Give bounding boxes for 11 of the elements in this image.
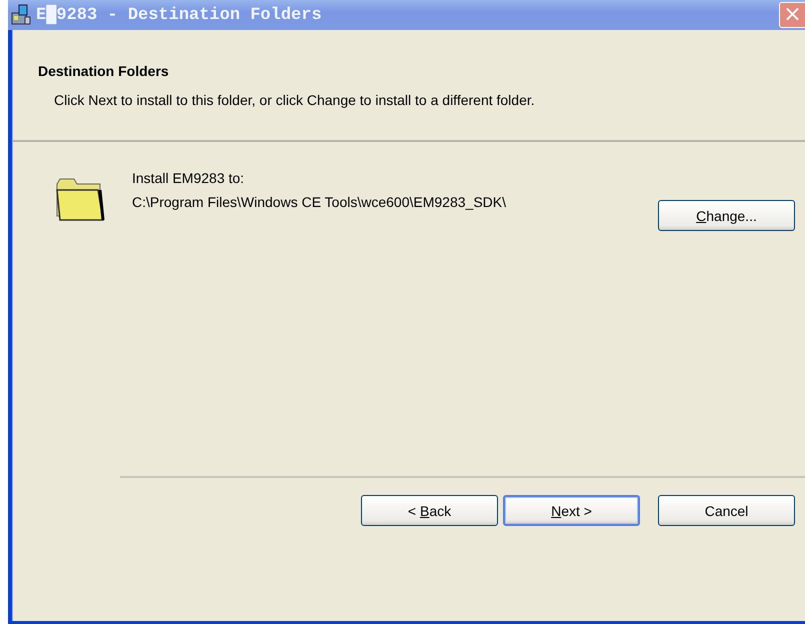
- page-heading: Destination Folders: [38, 63, 170, 79]
- install-label: Install EM9283 to:: [132, 169, 246, 188]
- change-button[interactable]: Change...: [658, 200, 795, 231]
- window-title: E█9283 - Destination Folders: [36, 6, 323, 24]
- dialog-button[interactable]: Next >: [503, 495, 640, 526]
- folder-icon: [54, 176, 106, 222]
- page-description: Click Next to install to this folder, or click Change to install to a different folder.: [54, 92, 536, 108]
- installer-icon: [10, 4, 32, 26]
- dialog-button[interactable]: < Back: [361, 495, 498, 526]
- dialog-button[interactable]: Cancel: [658, 495, 795, 526]
- install-path: C:\Program Files\Windows CE Tools\wce600\EM9283_SDK\: [132, 193, 508, 212]
